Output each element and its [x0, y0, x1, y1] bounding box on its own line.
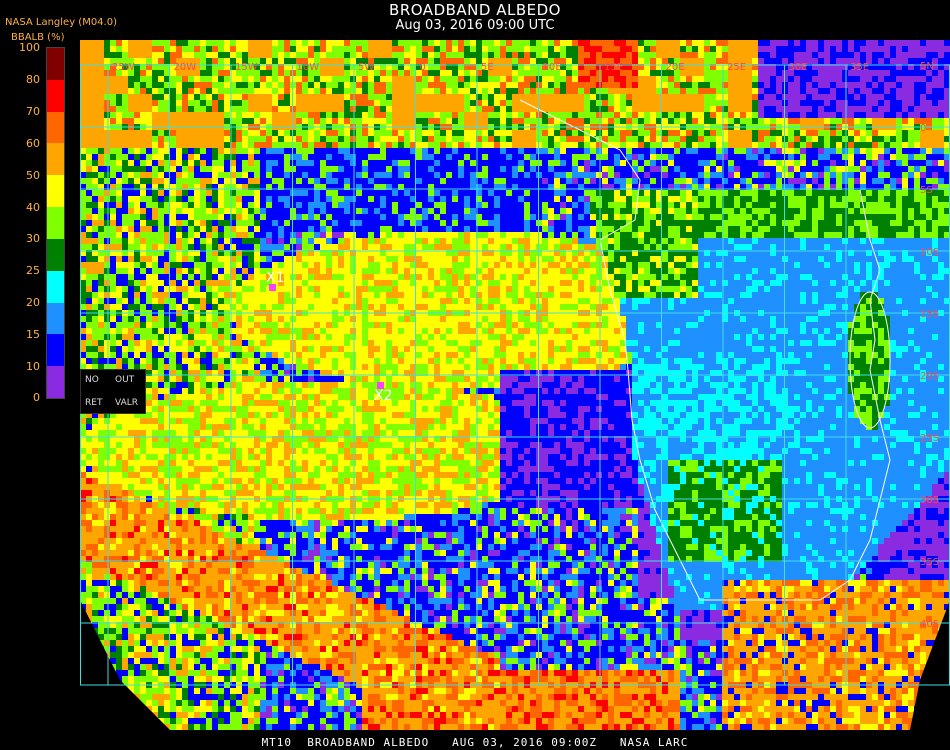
albedo-raster [80, 40, 950, 730]
longitude-label: 10W [297, 62, 320, 73]
producer-label: NASA Langley (M04.0) [5, 17, 117, 28]
latitude-label: 10S [920, 247, 939, 258]
longitude-label: 25E [727, 62, 746, 73]
map-timestamp: Aug 03, 2016 09:00 UTC [395, 18, 555, 33]
albedo-map: 25W 20W 15W 10W 5W 0 5E 10E 15E 20E 25E 30E 35E 5N 0 5S… [80, 40, 950, 730]
colorbar-segment [47, 79, 64, 112]
longitude-label: 5W [358, 62, 374, 73]
footer-caption: MT10 BROADBAND ALBEDO AUG 03, 2016 09:00… [261, 736, 689, 749]
longitude-label: 25W [112, 62, 135, 73]
colorbar-tick-label: 10 [26, 360, 40, 373]
longitude-label: 15E [604, 62, 623, 73]
colorbar [46, 47, 65, 399]
latitude-label: 30S [920, 495, 939, 506]
legend-no: NO [85, 375, 99, 385]
latitude-label: 5N [920, 61, 934, 72]
legend-valr: VALR [115, 398, 139, 408]
longitude-label: 15W [235, 62, 258, 73]
colorbar-tick-label: 15 [26, 328, 40, 342]
longitude-label: 20E [666, 62, 685, 73]
site-marker-label: X1 [266, 270, 285, 286]
latitude-label: 40S [920, 619, 939, 630]
site-marker-label: X2 [374, 388, 393, 404]
longitude-label: 0 [420, 62, 426, 73]
colorbar-tick-label: 25 [26, 264, 40, 278]
colorbar-tick-label: 30 [26, 232, 40, 246]
latitude-label: 35S [920, 557, 939, 568]
latitude-label: 15S [920, 309, 939, 320]
colorbar-tick-label: 80 [26, 72, 40, 86]
legend-out: OUT [115, 375, 135, 385]
latitude-label: 20S [920, 371, 939, 382]
colorbar-segment [47, 334, 64, 367]
albedo-map-svg: 25W 20W 15W 10W 5W 0 5E 10E 15E 20E 25E 30E 35E 5N 0 5S… [80, 40, 950, 730]
colorbar-tick-label: 60 [26, 136, 40, 150]
colorbar-segment [47, 270, 64, 303]
longitude-label: 10E [543, 62, 562, 73]
colorbar-segment [47, 366, 64, 398]
colorbar-segment [47, 143, 64, 176]
latitude-label: 0 [920, 123, 926, 134]
longitude-label: 5E [481, 62, 494, 73]
colorbar-segment [47, 207, 64, 239]
colorbar-segment [47, 238, 64, 271]
latitude-label: 5S [920, 185, 933, 196]
colorbar-segment [47, 175, 64, 208]
colorbar-tick-label: 20 [26, 296, 40, 310]
longitude-label: 35E [850, 62, 869, 73]
legend-ret: RET [85, 398, 103, 408]
colorbar-tick-label: 70 [26, 104, 40, 118]
longitude-label: 30E [789, 62, 808, 73]
colorbar-tick-label: 100 [19, 41, 40, 54]
colorbar-segment [47, 111, 64, 144]
colorbar-segment [47, 302, 64, 335]
colorbar-segment [47, 48, 64, 80]
colorbar-tick-label: 0 [33, 391, 40, 404]
missing-data-legend: NO OUT RET VALR [80, 369, 146, 414]
latitude-label: 25S [920, 433, 939, 444]
longitude-label: 20W [174, 62, 197, 73]
colorbar-tick-label: 40 [26, 200, 40, 214]
colorbar-tick-label: 50 [26, 168, 40, 182]
map-title: BROADBAND ALBEDO [389, 1, 561, 19]
